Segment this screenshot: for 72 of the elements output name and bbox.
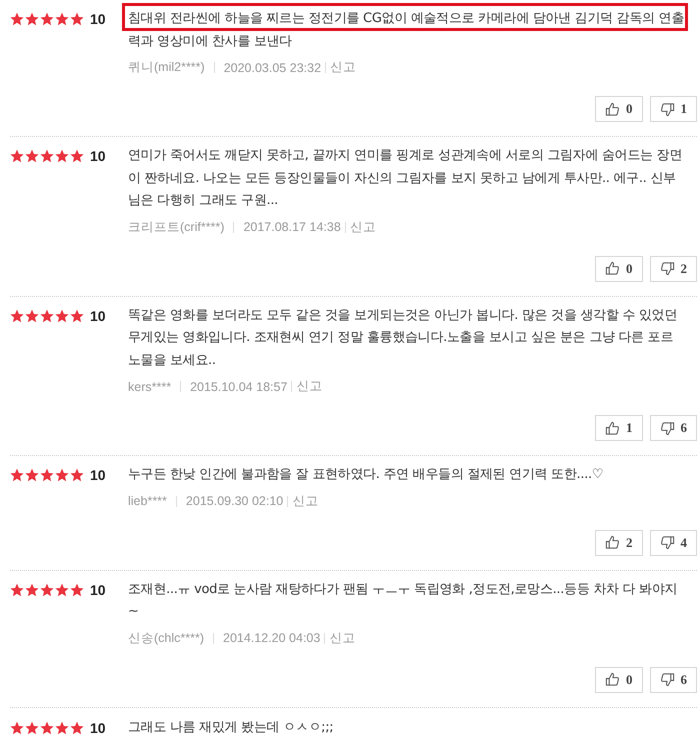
rating-score: 10: [90, 720, 106, 736]
thumbs-down-icon: [660, 261, 674, 276]
star-icon: [70, 12, 84, 26]
star-icon: [25, 720, 39, 734]
review-text: 그래도 나름 재밌게 봤는데 ㅇㅅㅇ;;;: [128, 718, 334, 736]
star-icon: [25, 582, 39, 596]
thumbs-down-icon: [660, 535, 674, 550]
like-button[interactable]: 0: [595, 666, 642, 692]
star-icon: [40, 12, 54, 26]
star-icon: [70, 308, 84, 322]
star-icon: [25, 149, 39, 163]
dislike-button[interactable]: 6: [650, 415, 697, 441]
review-date: 2015.09.30 02:10: [186, 494, 284, 508]
rating-score: 10: [90, 148, 106, 164]
thumbs-up-icon: [605, 261, 620, 276]
like-button[interactable]: 0: [595, 96, 642, 122]
review-text: 연미가 죽어서도 깨닫지 못하고, 끝까지 연미를 핑계로 성관계속에 서로의 그림자에 숨어드는 장면이 짠하네요. 나오는 모든 등장인물들이 자신의 그림자를 보지 못하고 남에게 투사만.. 에구.. 신부님은 다행히 그래도 구원...: [128, 147, 683, 210]
star-icon: [55, 720, 69, 734]
author-name: kers****: [128, 380, 172, 394]
author-name: 퀴니(mil2****): [128, 59, 205, 76]
star-icon: [55, 308, 69, 322]
review-text: 침대위 전라씬에 하늘을 찌르는 정전기를 CG없이 예술적으로 카메라에 담아낸 김기덕 감독의 연출력과 영상미에 찬사를 보낸다: [128, 10, 684, 50]
review-text: 조재현...ㅠ vod로 눈사람 재탕하다가 팬됨 ㅜㅡㅜ 독립영화 ,정도전,로망스...등등 차차 다 봐야지~: [128, 580, 678, 621]
star-icon: [10, 308, 24, 322]
star-icon: [70, 582, 84, 596]
thumbs-down-icon: [660, 102, 674, 116]
dislike-button[interactable]: 4: [650, 530, 697, 556]
rating-score: 10: [90, 467, 106, 483]
rating-score: 10: [90, 11, 106, 27]
review-text: 누구든 한낮 인간에 불과함을 잘 표현하였다. 주연 배우들의 절제된 연기력 또한....♡: [128, 466, 604, 484]
star-icon: [10, 582, 24, 596]
like-button[interactable]: 2: [595, 530, 642, 556]
star-icon: [55, 12, 69, 26]
dislike-button[interactable]: 6: [650, 666, 697, 692]
star-icon: [40, 468, 54, 482]
star-icon: [10, 12, 24, 26]
thumbs-down-icon: [660, 420, 674, 436]
star-icon: [25, 12, 39, 26]
review-date: 2015.10.04 18:57: [190, 380, 288, 394]
rating-score: 10: [90, 582, 106, 598]
review-date: 2014.12.20 04:03: [223, 631, 320, 645]
star-icon: [25, 308, 39, 322]
star-icon: [40, 720, 54, 734]
like-button[interactable]: 0: [595, 256, 642, 282]
star-icon: [40, 582, 54, 596]
star-icon: [10, 149, 24, 163]
star-icon: [55, 582, 69, 596]
rating-score: 10: [90, 308, 106, 324]
author-name: 크리프트(crif****): [128, 218, 224, 236]
review-text: 똑같은 영화를 보더라도 모두 같은 것을 보게되는것은 아닌가 봅니다. 많은 것을 생각할 수 있었던 무게있는 영화입니다. 조재현씨 연기 정말 훌륭했습니다.노출을 보시고 싶은 분은 그냥 다른 포르노물을 보세요..: [128, 306, 678, 370]
like-button[interactable]: 1: [595, 415, 642, 441]
thumbs-up-icon: [605, 420, 620, 436]
star-icon: [70, 149, 84, 163]
star-icon: [70, 468, 84, 482]
review-date: 2017.08.17 14:38: [243, 220, 341, 234]
thumbs-up-icon: [605, 535, 620, 550]
review-date: 2020.03.05 23:32: [224, 60, 322, 74]
star-icon: [40, 308, 54, 322]
author-name: lieb****: [128, 494, 167, 508]
star-icon: [55, 149, 69, 163]
star-icon: [55, 468, 69, 482]
dislike-button[interactable]: 2: [650, 256, 697, 282]
thumbs-up-icon: [605, 102, 620, 116]
dislike-button[interactable]: 1: [650, 96, 697, 122]
star-icon: [10, 720, 24, 734]
star-icon: [70, 720, 84, 734]
star-icon: [25, 468, 39, 482]
author-name: 신송(chlc****): [128, 630, 204, 646]
thumbs-down-icon: [660, 672, 674, 687]
star-icon: [40, 149, 54, 163]
thumbs-up-icon: [605, 672, 620, 687]
star-icon: [10, 468, 24, 482]
